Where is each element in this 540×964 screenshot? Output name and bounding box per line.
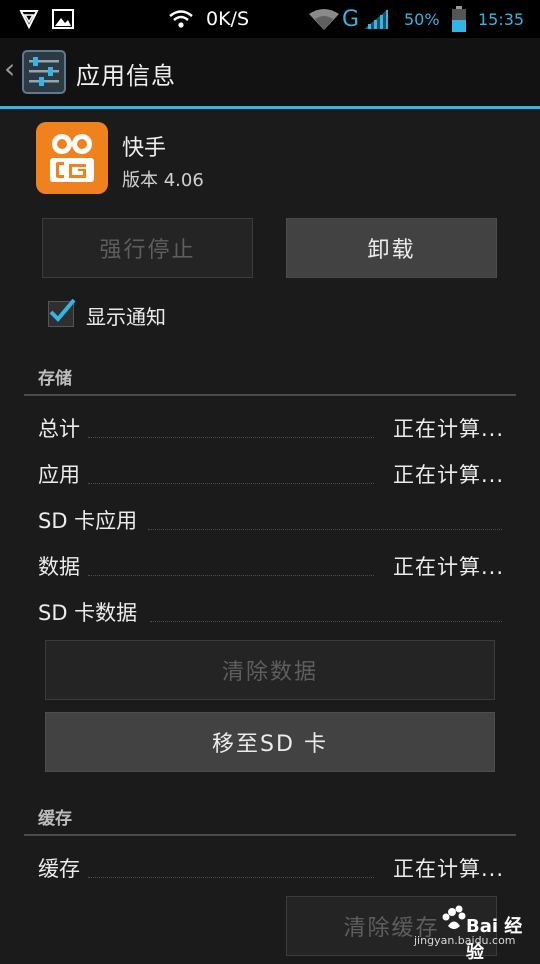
app-size-value: 正在计算... [392, 463, 504, 487]
show-notifications-label: 显示通知 [86, 305, 166, 329]
cell-signal-icon [362, 0, 390, 38]
action-bar-divider [0, 106, 540, 109]
cache-divider [24, 834, 516, 836]
cache-value: 正在计算... [392, 857, 504, 881]
image-icon [52, 0, 74, 38]
data-label: 数据 [38, 555, 80, 579]
show-notifications-checkbox[interactable] [48, 298, 76, 327]
force-stop-button[interactable]: 强行停止 [42, 218, 253, 278]
uninstall-button[interactable]: 卸载 [286, 218, 497, 278]
storage-divider [24, 394, 516, 396]
app-name: 快手 [122, 136, 167, 161]
dotted-leader [150, 621, 502, 622]
total-value: 正在计算... [392, 417, 504, 441]
battery-percent: 50% [404, 9, 440, 29]
sd-app-label: SD 卡应用 [38, 509, 138, 533]
network-speed: 0K/S [206, 8, 250, 30]
sd-data-label: SD 卡数据 [38, 601, 138, 625]
dotted-leader [88, 483, 374, 484]
shield-icon [18, 0, 40, 38]
clock: 15:35 [478, 9, 525, 29]
settings-app-icon[interactable] [22, 50, 66, 94]
watermark-url: jingyan.baidu.com [414, 934, 516, 947]
app-size-label: 应用 [38, 463, 80, 487]
checkmark-icon [49, 298, 76, 322]
kuaishou-app-icon [36, 122, 108, 194]
status-bar: 0K/S G 50% 15:35 [0, 0, 540, 38]
total-label: 总计 [38, 417, 80, 441]
dotted-leader [88, 877, 374, 878]
wifi-icon [168, 0, 194, 38]
back-chevron-icon[interactable]: ‹ [4, 52, 15, 85]
cache-section-header: 缓存 [38, 809, 72, 829]
page-title: 应用信息 [76, 62, 176, 90]
network-type: G [342, 6, 360, 32]
data-value: 正在计算... [392, 555, 504, 579]
clear-data-button[interactable]: 清除数据 [45, 640, 495, 700]
dotted-leader [148, 529, 502, 530]
dotted-leader [88, 575, 374, 576]
storage-section-header: 存储 [38, 369, 72, 389]
app-version: 版本 4.06 [122, 170, 204, 191]
wifi-signal-icon [308, 0, 340, 38]
cache-label: 缓存 [38, 857, 80, 881]
dotted-leader [88, 437, 374, 438]
battery-icon [452, 0, 466, 38]
move-to-sd-button[interactable]: 移至SD 卡 [45, 712, 495, 772]
